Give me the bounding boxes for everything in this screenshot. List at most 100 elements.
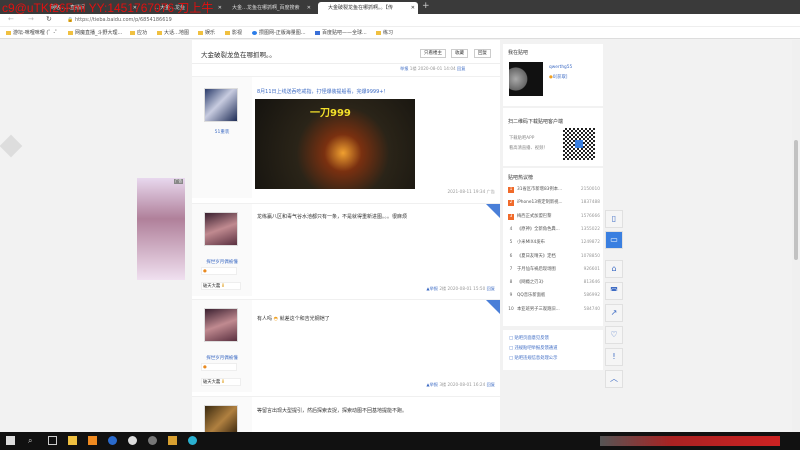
hot-list-card: 贴吧热议榜 1 31省区市新增83例本... 2150010 2 iPhone13将定制… bbox=[503, 168, 603, 326]
search-icon[interactable]: ⌕ bbox=[28, 436, 37, 445]
app-icon[interactable] bbox=[88, 436, 97, 445]
hot-item[interactable]: 4 《原神》全新角色典... 1355022 bbox=[508, 225, 600, 235]
hot-rank: 8 bbox=[509, 280, 513, 286]
rank-icon: ● bbox=[201, 267, 237, 275]
task-view-icon[interactable] bbox=[48, 436, 57, 445]
lock-icon: 🔒 bbox=[67, 17, 74, 23]
new-tab-button[interactable]: + bbox=[422, 1, 430, 11]
hot-rank: 6 bbox=[509, 253, 513, 259]
heart-icon[interactable]: ♡ bbox=[605, 326, 623, 344]
app-icon[interactable] bbox=[168, 436, 177, 445]
app-icon[interactable]: ▯ bbox=[605, 210, 623, 228]
user-avatar[interactable] bbox=[509, 62, 543, 96]
sidebar-username[interactable]: qwerthg55 bbox=[549, 65, 572, 70]
username[interactable]: 探世岁月偶被懂 bbox=[192, 355, 252, 361]
bookmark[interactable]: 网魔直播_斗野大理... bbox=[68, 29, 122, 37]
hot-rank: 10 bbox=[508, 306, 514, 312]
thread-header: 大金破裂龙鱼在哪抓啊。。 只看楼主 收藏 回复 bbox=[192, 42, 500, 64]
gift-icon[interactable]: ⌂ bbox=[605, 260, 623, 278]
report-link[interactable]: ▲举报 bbox=[426, 382, 438, 387]
explorer-icon[interactable] bbox=[68, 436, 77, 445]
violation-notice-link[interactable]: □ 贴吧违规信息处理公示 bbox=[509, 355, 557, 361]
tab[interactable]: 大金…龙鱼在哪抓啊_百度搜索 ✕ bbox=[222, 2, 314, 14]
scrollbar-thumb[interactable] bbox=[794, 140, 798, 260]
collect-button[interactable]: 收藏 bbox=[451, 49, 468, 58]
post-text: 等留言出现大型提引，然后探索去捉，探索动图不回基地提能不跑。 bbox=[257, 408, 408, 414]
comment-icon[interactable]: ▭ bbox=[605, 231, 623, 249]
post-meta: 举报 1楼 2020-08-01 14:04 回复 bbox=[400, 66, 466, 71]
report-channel-link[interactable]: □ 违规贴吧举报反馈通道 bbox=[509, 345, 557, 351]
game-icon[interactable]: ◚ bbox=[605, 282, 623, 300]
username[interactable]: 51重装 bbox=[192, 129, 252, 135]
ad-text[interactable]: 8月11日上线送吞吃戒指，打怪爆装提船看，完爆9999+！ bbox=[257, 88, 388, 95]
hot-item[interactable]: 3 梅西正式加盟巴黎 1576666 bbox=[508, 212, 600, 222]
ad-banner-image[interactable]: 一刀999 bbox=[255, 99, 415, 189]
steam-icon[interactable] bbox=[108, 436, 117, 445]
address-bar: ← → ↻ 🔒 https://tieba.baidu.com/p/685418… bbox=[0, 14, 800, 27]
bookmark[interactable]: 百度贴吧——全球... bbox=[315, 29, 367, 37]
rank-title: 破天大蠢 8 bbox=[201, 282, 241, 290]
bookmark[interactable]: 娱乐 bbox=[198, 29, 215, 37]
hot-count: 586992 bbox=[583, 293, 600, 299]
feedback-link[interactable]: □ 贴吧页面意见反馈 bbox=[509, 335, 549, 341]
bookmark[interactable]: 练习 bbox=[376, 29, 393, 37]
report-link[interactable]: 举报 bbox=[400, 66, 408, 71]
left-ad-image[interactable]: 广告 bbox=[137, 178, 185, 280]
url-input[interactable]: https://tieba.baidu.com/p/6854186619 bbox=[75, 16, 172, 25]
bookmark[interactable]: 攒图网-正版海量图... bbox=[252, 29, 306, 37]
hot-item[interactable]: 7 于月仙车祸后现场图 926601 bbox=[508, 265, 600, 275]
app-icon[interactable] bbox=[148, 436, 157, 445]
bookmarks-bar: 游坛-咪哩咪哩 (゜-゜ 网魔直播_斗野大理... 应功 大话…地图 娱乐 影视… bbox=[0, 27, 800, 39]
hot-rank: 1 bbox=[508, 187, 514, 193]
post-floor-3: 探世岁月偶被懂 ● 破天大蠢 8 有人吗 ◓ 就差这个和吉光钢铠了 ▲举报 3楼… bbox=[192, 299, 500, 392]
corner-badge bbox=[486, 204, 500, 218]
avatar[interactable] bbox=[204, 88, 238, 122]
hot-rank: 3 bbox=[508, 213, 514, 220]
hot-item[interactable]: 10 本亚班男子三观跑旧... 584740 bbox=[508, 305, 600, 315]
rank-title: 破天大蠢 8 bbox=[201, 378, 241, 386]
bookmark[interactable]: 大话…地图 bbox=[157, 29, 189, 37]
hot-rank: 2 bbox=[508, 200, 514, 207]
bookmark[interactable]: 影视 bbox=[225, 29, 242, 37]
hot-item[interactable]: 5 小米MIX4发布 1249872 bbox=[508, 238, 600, 248]
only-op-button[interactable]: 只看楼主 bbox=[420, 49, 446, 58]
back-icon[interactable]: ← bbox=[8, 15, 14, 23]
refresh-icon[interactable]: ↻ bbox=[46, 15, 52, 23]
feedback-links: □ 贴吧页面意见反馈 □ 违规贴吧举报反馈通道 □ 贴吧违规信息处理公示 bbox=[503, 330, 603, 370]
app-icon[interactable] bbox=[128, 436, 137, 445]
hot-item[interactable]: 2 iPhone13将定制新视... 1837488 bbox=[508, 198, 600, 208]
reply-link[interactable]: 回复 bbox=[457, 66, 465, 71]
forward-icon[interactable]: → bbox=[28, 15, 34, 23]
start-icon[interactable] bbox=[6, 436, 15, 445]
close-icon[interactable]: ✕ bbox=[411, 2, 415, 14]
report-link[interactable]: ▲举报 bbox=[426, 286, 438, 291]
hot-item[interactable]: 9 QQ音乐新面板 586992 bbox=[508, 291, 600, 301]
avatar[interactable] bbox=[204, 212, 238, 246]
system-tray[interactable] bbox=[600, 436, 780, 446]
rank-link[interactable]: ●0[获取] bbox=[549, 74, 567, 80]
post-meta: ▲举报 2楼 2020-08-01 15:50 回复 bbox=[426, 286, 495, 291]
feedback-icon[interactable]: ! bbox=[605, 348, 623, 366]
back-to-top-icon[interactable]: ︿ bbox=[605, 370, 623, 388]
share-icon[interactable]: ↗ bbox=[605, 304, 623, 322]
reply-link[interactable]: 回复 bbox=[487, 382, 495, 387]
close-icon[interactable]: ✕ bbox=[307, 2, 311, 14]
reply-button[interactable]: 回复 bbox=[474, 49, 491, 58]
avatar[interactable] bbox=[204, 308, 238, 342]
hot-count: 1837488 bbox=[580, 200, 600, 206]
right-sidebar: 我在贴吧 qwerthg55 ●0[获取] 扫二维码下载贴吧客户端 下载贴吧AP… bbox=[503, 40, 605, 370]
hot-item[interactable]: 6 《夏日友晴天》定档 1078850 bbox=[508, 252, 600, 262]
hot-title: 《原神》全新角色典... bbox=[517, 226, 560, 232]
hot-item[interactable]: 1 31省区市新增83例本... 2150010 bbox=[508, 185, 600, 195]
reply-link[interactable]: 回复 bbox=[487, 286, 495, 291]
hot-count: 2150010 bbox=[580, 187, 600, 192]
hot-title: 《网瘾之刃3》 bbox=[517, 280, 546, 286]
tab-active[interactable]: 大金破裂龙鱼在哪抓啊。。【传 ✕ bbox=[318, 2, 418, 14]
username[interactable]: 探世岁月偶被懂 bbox=[192, 259, 252, 265]
bookmark[interactable]: 游坛-咪哩咪哩 (゜-゜ bbox=[6, 29, 60, 37]
hot-item[interactable]: 8 《网瘾之刃3》 813646 bbox=[508, 278, 600, 288]
prev-arrow-icon[interactable] bbox=[0, 134, 23, 158]
bookmark[interactable]: 应功 bbox=[130, 29, 147, 37]
hot-rank: 5 bbox=[509, 240, 513, 246]
edge-icon[interactable] bbox=[188, 436, 197, 445]
